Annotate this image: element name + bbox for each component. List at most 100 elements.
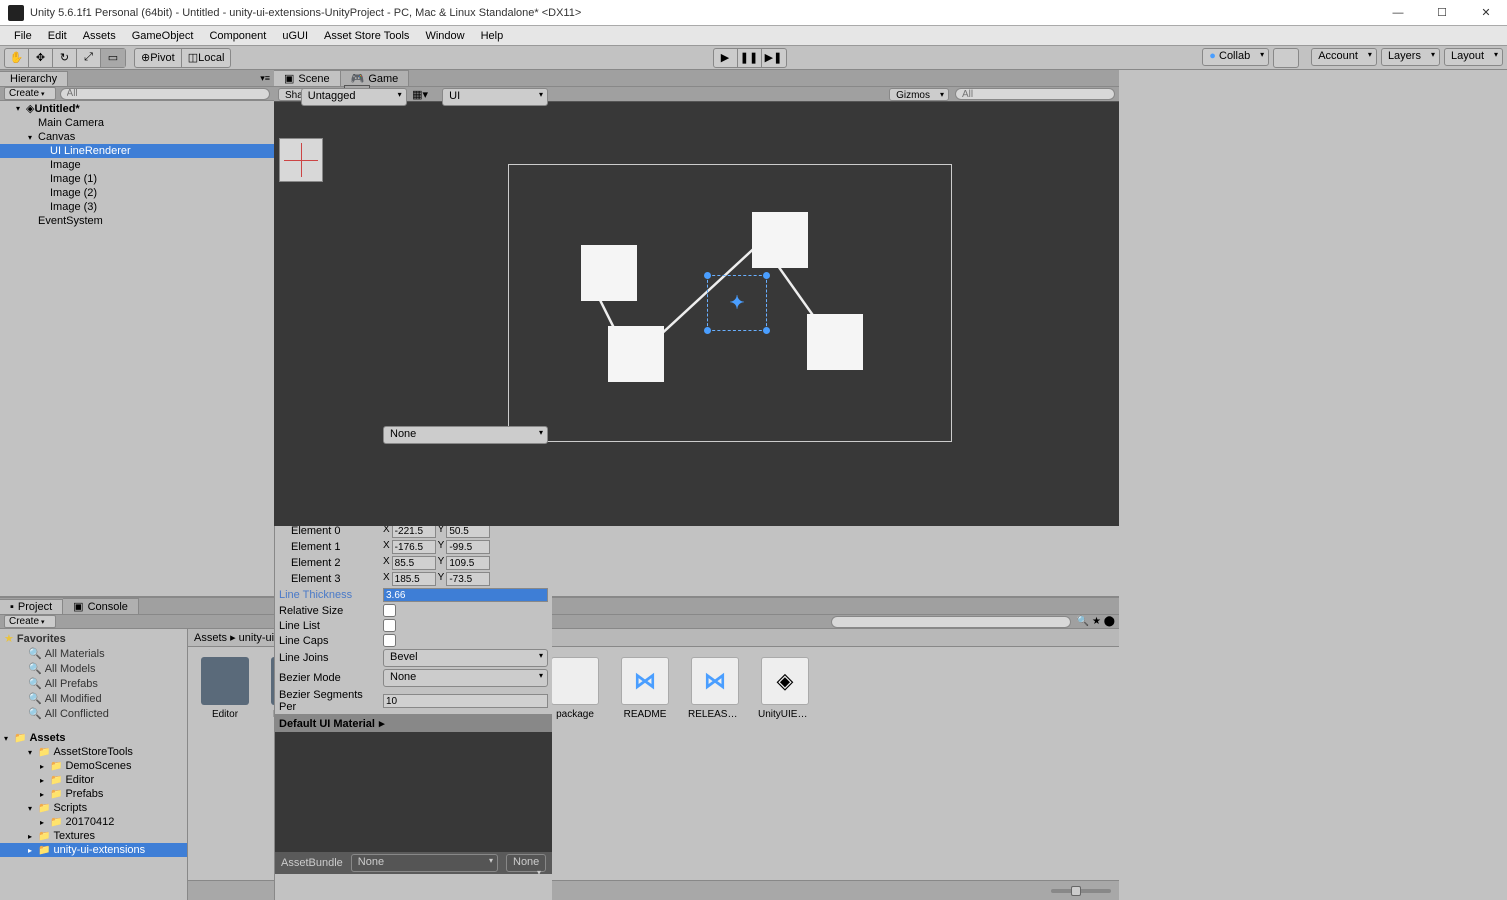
hierarchy-item[interactable]: ▾Canvas [0, 130, 274, 144]
play-button[interactable]: ▶ [714, 49, 738, 67]
layer-dropdown[interactable]: UI [442, 88, 548, 106]
favorite-item[interactable]: 🔍All Materials [0, 646, 187, 661]
layers-dropdown[interactable]: Layers [1381, 48, 1440, 66]
folder-item[interactable]: ▸📁Prefabs [0, 787, 187, 801]
asset-item[interactable]: package [548, 657, 602, 720]
element-2-x-input[interactable] [392, 556, 436, 570]
rect-tool[interactable]: ▭ [101, 49, 125, 67]
favorite-item[interactable]: 🔍All Prefabs [0, 676, 187, 691]
scene-search-input[interactable] [955, 88, 1115, 100]
favorite-item[interactable]: 🔍All Models [0, 661, 187, 676]
asset-item[interactable]: ⋈RELEASE... [688, 657, 742, 720]
hierarchy-item[interactable]: Image (1) [0, 172, 274, 186]
hierarchy-item[interactable]: Main Camera [0, 116, 274, 130]
element-1-y-input[interactable] [446, 540, 490, 554]
line-list-checkbox[interactable] [383, 619, 396, 632]
scale-tool[interactable]: ⤢ [77, 49, 101, 67]
step-button[interactable]: ▶❚ [762, 49, 786, 67]
image-box[interactable] [807, 314, 863, 370]
folder-item[interactable]: ▸📁20170412 [0, 815, 187, 829]
hierarchy-search-input[interactable] [60, 88, 270, 100]
rotate-tool[interactable]: ↻ [53, 49, 77, 67]
gizmos-dropdown[interactable]: Gizmos [889, 88, 949, 101]
project-search-input[interactable] [831, 616, 1071, 628]
hierarchy-create-button[interactable]: Create [4, 87, 56, 100]
hierarchy-item[interactable]: Image [0, 158, 274, 172]
element-3-y-input[interactable] [446, 572, 490, 586]
assetbundle-dropdown[interactable]: None [351, 854, 498, 872]
line-caps-checkbox[interactable] [383, 634, 396, 647]
tag-dropdown[interactable]: Untagged [301, 88, 407, 106]
folder-item[interactable]: ▾📁Scripts [0, 801, 187, 815]
scene-item[interactable]: ▾◈ Untitled* [0, 101, 274, 116]
hierarchy-item[interactable]: UI LineRenderer [0, 144, 274, 158]
folder-item[interactable]: ▸📁Textures [0, 829, 187, 843]
bezier-segments-input[interactable] [383, 694, 548, 708]
layout-dropdown[interactable]: Layout [1444, 48, 1503, 66]
scene-viewport[interactable]: ✦ [274, 102, 1119, 526]
folder-item[interactable]: ▸📁DemoScenes [0, 759, 187, 773]
thickness-input[interactable] [383, 588, 548, 602]
hierarchy-tab[interactable]: Hierarchy [0, 71, 68, 86]
folder-item[interactable]: ▾📁AssetStoreTools [0, 745, 187, 759]
image-box[interactable] [581, 245, 637, 301]
cloud-button[interactable] [1274, 49, 1298, 67]
hierarchy-item[interactable]: Image (3) [0, 200, 274, 214]
line-joins-dropdown[interactable]: Bevel [383, 649, 548, 667]
folder-item[interactable]: ▸📁Editor [0, 773, 187, 787]
favorites-header[interactable]: ★Favorites [0, 631, 187, 646]
element-2-y-input[interactable] [446, 556, 490, 570]
material-preview [275, 732, 552, 852]
minimize-button[interactable]: — [1385, 3, 1411, 23]
relative-size-checkbox[interactable] [383, 604, 396, 617]
selection-gizmo[interactable]: ✦ [707, 275, 767, 331]
panel-menu-icon[interactable]: ▾≡ [256, 73, 274, 84]
close-button[interactable]: ✕ [1473, 3, 1499, 23]
local-toggle[interactable]: ◫ Local [182, 49, 231, 67]
image-box[interactable] [608, 326, 664, 382]
move-tool[interactable]: ✥ [29, 49, 53, 67]
menu-gameobject[interactable]: GameObject [124, 28, 202, 44]
menu-ugui[interactable]: uGUI [274, 28, 316, 44]
assetbundle-variant-dropdown[interactable]: None [506, 854, 546, 872]
image-box[interactable] [752, 212, 808, 268]
favorite-item[interactable]: 🔍All Modified [0, 691, 187, 706]
hand-tool[interactable]: ✋ [5, 49, 29, 67]
pause-button[interactable]: ❚❚ [738, 49, 762, 67]
element-0-x-input[interactable] [392, 524, 436, 538]
improve-res-dropdown[interactable]: None [383, 426, 548, 444]
project-create-button[interactable]: Create [4, 615, 56, 628]
menu-component[interactable]: Component [201, 28, 274, 44]
asset-item[interactable]: Editor [198, 657, 252, 720]
menu-window[interactable]: Window [417, 28, 472, 44]
default-material-header[interactable]: Default UI Material ▸ [275, 715, 552, 732]
maximize-button[interactable]: ☐ [1429, 3, 1455, 23]
favorite-item[interactable]: 🔍All Conflicted [0, 706, 187, 721]
thumbnail-size-slider[interactable] [1051, 889, 1111, 893]
menu-edit[interactable]: Edit [40, 28, 75, 44]
anchor-preset-button[interactable] [279, 138, 323, 182]
fx-icon[interactable]: ▦▾ [412, 88, 428, 101]
asset-item[interactable]: ⋈README [618, 657, 672, 720]
account-dropdown[interactable]: Account [1311, 48, 1377, 66]
collab-dropdown[interactable]: ● Collab [1202, 48, 1269, 66]
menu-assets[interactable]: Assets [75, 28, 124, 44]
menu-help[interactable]: Help [473, 28, 512, 44]
folder-item[interactable]: ▸📁unity-ui-extensions [0, 843, 187, 857]
element-0-y-input[interactable] [446, 524, 490, 538]
element-3-x-input[interactable] [392, 572, 436, 586]
hierarchy-item[interactable]: EventSystem [0, 214, 274, 228]
pivot-toggle[interactable]: ⊕ Pivot [135, 49, 182, 67]
menu-file[interactable]: File [6, 28, 40, 44]
menu-assetstoretools[interactable]: Asset Store Tools [316, 28, 417, 44]
element-1-x-input[interactable] [392, 540, 436, 554]
game-tab[interactable]: 🎮 Game [341, 70, 410, 86]
project-tab[interactable]: ▪ Project [0, 599, 63, 614]
scene-tab[interactable]: ▣ Scene [274, 70, 341, 86]
console-tab[interactable]: ▣ Console [63, 598, 139, 614]
breadcrumb-assets[interactable]: Assets [194, 632, 227, 644]
assets-header[interactable]: ▾📁Assets [0, 731, 187, 745]
bezier-mode-dropdown[interactable]: None [383, 669, 548, 687]
asset-item[interactable]: ◈UnityUIExt... [758, 657, 812, 720]
hierarchy-item[interactable]: Image (2) [0, 186, 274, 200]
